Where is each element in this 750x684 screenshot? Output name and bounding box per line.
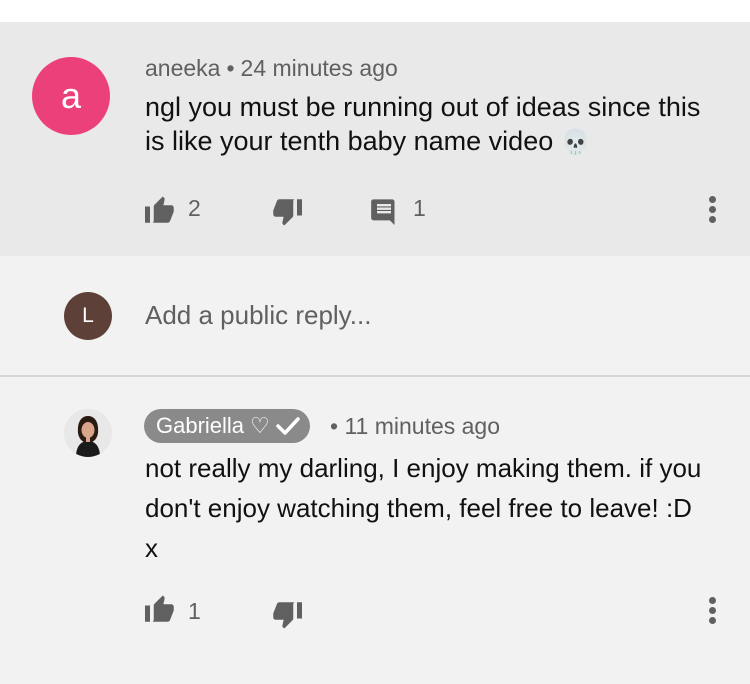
comment-icon (371, 199, 395, 225)
reply-actions: 1 (0, 589, 750, 629)
current-user-avatar: L (64, 292, 112, 340)
dislike-button[interactable] (271, 600, 303, 632)
reply-text: not really my darling, I enjoy making th… (145, 453, 702, 563)
heart-icon: ♡ (250, 413, 270, 438)
more-options-button[interactable] (703, 591, 723, 631)
skull-emoji: 💀 (560, 129, 591, 156)
comment-thread-item: a aneeka • 24 minutes ago ngl you must be … (0, 22, 750, 256)
like-count: 2 (188, 195, 201, 221)
comment-text: ngl you must be running out of ideas sin… (145, 90, 705, 160)
creator-author-badge[interactable]: Gabriella ♡ (144, 409, 310, 443)
like-count: 1 (188, 598, 201, 624)
thumb-down-icon (273, 199, 302, 226)
comment-meta: aneeka • 24 minutes ago (145, 55, 398, 82)
avatar-letter: a (60, 75, 82, 116)
reply-timestamp: 11 minutes ago (344, 413, 501, 439)
dislike-button[interactable] (271, 197, 303, 229)
meta-separator: • (330, 413, 339, 439)
creator-avatar[interactable] (64, 409, 112, 457)
comment-author[interactable]: aneeka (145, 55, 220, 81)
thumb-up-icon (145, 196, 174, 223)
thumb-down-icon (273, 602, 302, 629)
meta-separator: • (226, 55, 235, 81)
commenter-avatar[interactable]: a (32, 57, 110, 135)
person-photo-icon (64, 409, 112, 457)
like-button[interactable] (144, 193, 176, 225)
comment-timestamp: 24 minutes ago (240, 55, 398, 81)
add-reply-row: L Add a public reply... (0, 256, 750, 377)
reply-author: Gabriella (156, 413, 245, 438)
verified-check-icon (276, 416, 300, 436)
thumb-up-icon (145, 595, 174, 622)
more-options-button[interactable] (703, 190, 723, 230)
like-button[interactable] (144, 592, 176, 624)
more-vertical-icon (709, 597, 716, 604)
reply-item: Gabriella ♡ • 11 minutes ago not really … (0, 379, 750, 684)
reply-meta: • 11 minutes ago (330, 413, 500, 440)
reply-count: 1 (413, 195, 426, 221)
top-app-bar (0, 0, 750, 22)
more-vertical-icon (709, 196, 716, 203)
comment-body: ngl you must be running out of ideas sin… (145, 92, 701, 156)
reply-input[interactable]: Add a public reply... (145, 300, 371, 331)
comment-actions: 2 1 (0, 190, 750, 230)
reply-button[interactable] (368, 195, 400, 227)
avatar-letter: L (82, 304, 94, 327)
